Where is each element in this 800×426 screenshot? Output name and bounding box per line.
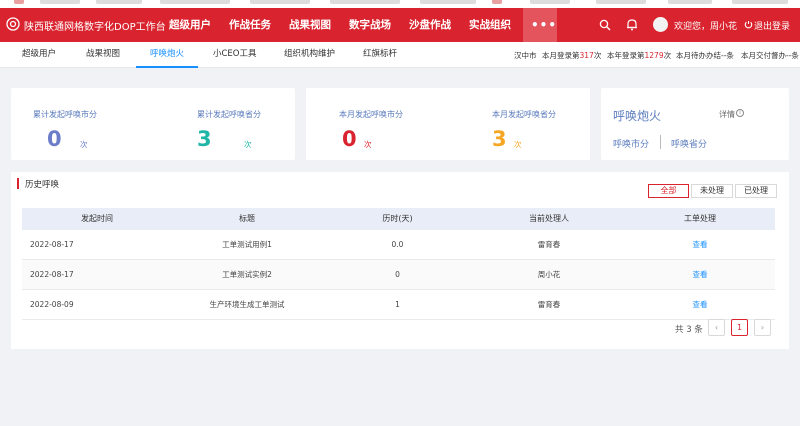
month-prov-label: 本月发起呼唤省分: [492, 110, 556, 119]
main-nav: 超级用户 作战任务 战果视图 数字战场 沙盘作战 实战组织 •••: [161, 8, 559, 42]
row-date: 2022-08-09: [30, 300, 74, 309]
pagination-total: 共 3 条: [675, 325, 703, 335]
monthly-calls-card: 本月发起呼唤市分 0 次 本月发起呼唤省分 3 次: [306, 88, 590, 160]
welcome-text: 欢迎您，周小花: [674, 22, 738, 32]
col-action: 工单处理: [684, 214, 716, 223]
info-icon[interactable]: i: [736, 109, 744, 117]
sub-nav: 超级用户 战果视图 呼唤炮火 小CEO工具 组织机构维护 红旗标杆 汉中市 本月…: [0, 42, 800, 68]
month-city-unit: 次: [364, 140, 372, 149]
row-date: 2022-08-17: [30, 270, 74, 279]
unicom-logo-icon[interactable]: [6, 17, 20, 31]
nav-item-organization[interactable]: 实战组织: [461, 8, 519, 42]
call-prov-link[interactable]: 呼唤省分: [671, 137, 707, 150]
delivery-stat[interactable]: 本月交付督办--条: [741, 50, 799, 61]
region-label: 汉中市: [514, 51, 537, 60]
app-title: 陕西联通网格数字化DOP工作台: [24, 22, 166, 33]
prev-page-button[interactable]: ‹: [708, 319, 725, 336]
section-marker: [17, 178, 19, 189]
view-link[interactable]: 查看: [625, 260, 775, 289]
page-1-button[interactable]: 1: [731, 319, 748, 336]
total-city-value: 0: [47, 127, 62, 151]
avatar[interactable]: [653, 17, 668, 32]
bell-icon[interactable]: [626, 18, 638, 31]
history-panel: 历史呼唤 全部 未处理 已处理 发起时间 标题 历时(天) 当前处理人 工单处理…: [11, 172, 789, 349]
view-link[interactable]: 查看: [625, 230, 775, 259]
table-row: 2022-08-09 生产环境生成工单测试 1 雷育春 查看: [22, 290, 775, 320]
table-header: 发起时间 标题 历时(天) 当前处理人 工单处理: [22, 208, 775, 230]
nav-item-sandbox[interactable]: 沙盘作战: [401, 8, 459, 42]
year-login-stat: 本年登录第1279次: [607, 51, 672, 60]
tab-results-view[interactable]: 战果视图: [86, 42, 120, 68]
col-title: 标题: [239, 214, 255, 223]
col-handler: 当前处理人: [529, 214, 569, 223]
top-header: 陕西联通网格数字化DOP工作台 超级用户 作战任务 战果视图 数字战场 沙盘作战…: [0, 8, 800, 42]
nav-more-button[interactable]: •••: [523, 8, 557, 42]
filter-processed-button[interactable]: 已处理: [735, 184, 777, 198]
filter-pending-button[interactable]: 未处理: [691, 184, 733, 198]
logout-button[interactable]: 退出登录: [754, 19, 790, 32]
month-city-value: 0: [342, 127, 357, 151]
divider: [660, 135, 661, 149]
history-title: 历史呼唤: [25, 180, 60, 190]
row-handler: 周小花: [537, 270, 561, 279]
tab-super-user[interactable]: 超级用户: [22, 42, 56, 68]
call-city-link[interactable]: 呼唤市分: [613, 137, 649, 150]
tab-call-fire[interactable]: 呼唤炮火: [136, 42, 199, 68]
view-link[interactable]: 查看: [625, 290, 775, 319]
row-days: 0.0: [391, 240, 404, 249]
call-fire-title: 呼唤炮火: [613, 109, 662, 123]
month-prov-unit: 次: [514, 140, 522, 149]
table-row: 2022-08-17 工单测试实例2 0 周小花 查看: [22, 260, 775, 290]
history-table: 发起时间 标题 历时(天) 当前处理人 工单处理 2022-08-17 工单测试…: [22, 208, 775, 320]
tab-ceo-tools[interactable]: 小CEO工具: [213, 42, 257, 68]
nav-item-results-view[interactable]: 战果视图: [281, 8, 339, 42]
row-title: 生产环境生成工单测试: [209, 300, 285, 309]
month-city-label: 本月发起呼唤市分: [339, 110, 403, 119]
total-prov-value: 3: [197, 127, 212, 151]
month-prov-value: 3: [492, 127, 507, 151]
row-handler: 雷育春: [537, 300, 561, 309]
table-row: 2022-08-17 工单测试用例1 0.0 雷育春 查看: [22, 230, 775, 260]
month-login-stat: 本月登录第317次: [542, 51, 602, 60]
detail-link[interactable]: 详情: [719, 109, 735, 120]
cumulative-calls-card: 累计发起呼唤市分 0 次 累计发起呼唤省分 3 次: [11, 88, 295, 160]
tab-org-maintenance[interactable]: 组织机构维护: [284, 42, 335, 68]
total-city-unit: 次: [80, 140, 88, 149]
filter-all-button[interactable]: 全部: [648, 184, 689, 198]
nav-item-tasks[interactable]: 作战任务: [221, 8, 279, 42]
col-duration: 历时(天): [382, 214, 413, 223]
row-title: 工单测试用例1: [222, 240, 272, 249]
row-days: 1: [395, 300, 400, 309]
tab-red-flag[interactable]: 红旗标杆: [363, 42, 397, 68]
total-prov-unit: 次: [244, 140, 252, 149]
browser-bookmark-bar: [0, 0, 800, 8]
total-prov-label: 累计发起呼唤省分: [197, 110, 261, 119]
total-city-label: 累计发起呼唤市分: [33, 110, 97, 119]
row-days: 0: [395, 270, 400, 279]
row-handler: 雷育春: [537, 240, 561, 249]
row-date: 2022-08-17: [30, 240, 74, 249]
call-fire-card: 呼唤炮火 详情 i 呼唤市分 呼唤省分: [601, 88, 789, 160]
next-page-button[interactable]: ›: [754, 319, 771, 336]
todo-stat[interactable]: 本月待办办结--条: [676, 50, 734, 61]
nav-item-digital-battlefield[interactable]: 数字战场: [341, 8, 399, 42]
search-icon[interactable]: [599, 19, 611, 31]
nav-item-super-user[interactable]: 超级用户: [161, 8, 219, 42]
logout-icon[interactable]: [744, 20, 753, 29]
row-title: 工单测试实例2: [222, 270, 272, 279]
col-start-time: 发起时间: [81, 214, 113, 223]
